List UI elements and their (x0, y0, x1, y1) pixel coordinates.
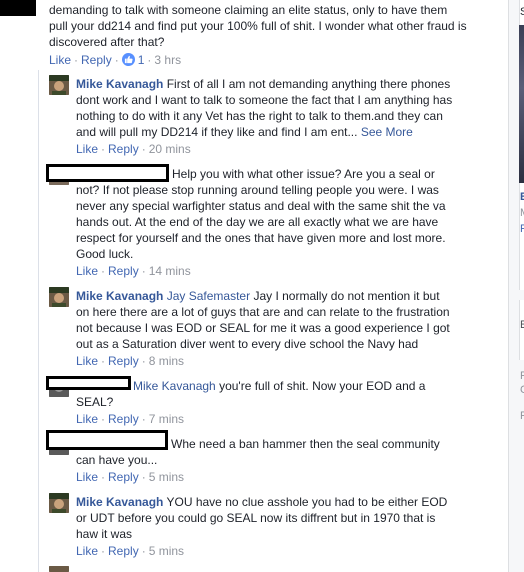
thumbs-up-icon[interactable] (121, 53, 135, 66)
reply-text-line: not because I was EOD or SEAL for me it … (76, 321, 450, 335)
sidebar-text[interactable]: E (520, 190, 524, 204)
avatar[interactable] (49, 493, 69, 513)
reply-text-line: respect for yourself and the ones that h… (76, 231, 446, 245)
reply-text-line: out as a Saturation diver went to every … (76, 337, 419, 351)
reply-text-line: or UDT before you could go SEAL now its … (76, 511, 436, 525)
timestamp[interactable]: 3 hrs (154, 53, 181, 67)
avatar[interactable] (49, 287, 69, 307)
reply-actions: Like · Reply · 14 mins (76, 264, 191, 278)
reply-link[interactable]: Reply (108, 412, 139, 426)
redacted-name (46, 164, 169, 182)
sidebar-image[interactable] (519, 25, 524, 183)
tagged-user[interactable]: Mike Kavanagh (133, 379, 216, 393)
sidebar-text[interactable]: F (520, 409, 524, 423)
like-link[interactable]: Like (49, 53, 71, 67)
see-more-link[interactable]: See More (361, 125, 413, 139)
comment-thread: demanding to talk with someone claiming … (0, 0, 508, 572)
redacted-avatar (0, 0, 36, 16)
like-link[interactable]: Like (76, 544, 98, 558)
sidebar-text[interactable]: F (520, 369, 524, 383)
reply-text-line: Whe need a ban hammer then the seal comm… (171, 437, 440, 451)
like-link[interactable]: Like (76, 142, 98, 156)
redacted-name (46, 376, 131, 390)
reply-text-line: Mike Kavanagh YOU have no clue asshole y… (76, 495, 448, 509)
tagged-user[interactable]: Jay Safemaster (167, 289, 250, 303)
author-name[interactable]: Mike Kavanagh (76, 289, 163, 303)
author-name[interactable]: Mike Kavanagh (76, 77, 163, 91)
reply-text-line: Help you with what other issue? Are you … (172, 167, 435, 181)
reply-text-line: nothing to do with it any Vet has the ri… (76, 109, 443, 123)
reply-link[interactable]: Reply (108, 544, 139, 558)
reply-text-line: not? If not please stop running around t… (76, 183, 439, 197)
right-sidebar: S E M F E F C F (509, 0, 524, 572)
reply-actions: Like · Reply · 8 mins (76, 354, 185, 368)
reply-actions: Like · Reply · 5 mins (76, 544, 185, 558)
reply-text-line: Good luck. (76, 247, 134, 261)
sidebar-text: M (520, 206, 524, 220)
sidebar-text[interactable]: F (520, 222, 524, 236)
timestamp[interactable]: 14 mins (149, 264, 191, 278)
reply-text-line: on here there are a lot of guys that are… (76, 305, 450, 319)
reply-text-line: Mike Kavanagh you're full of shit. Now y… (133, 379, 426, 393)
reply-text-line: SEAL? (76, 395, 114, 409)
reply-thread-line (38, 70, 39, 572)
reply-text-line: dont work and I want to talk to someone … (76, 93, 453, 107)
timestamp[interactable]: 5 mins (149, 544, 184, 558)
reply-text-line: Mike Kavanagh First of all I am not dema… (76, 77, 451, 91)
reply-link[interactable]: Reply (108, 264, 139, 278)
reply-text-line: hands out. At the end of the day we are … (76, 215, 439, 229)
avatar[interactable] (49, 75, 69, 95)
reply-text-line: never any special warfighter status and … (76, 199, 446, 213)
author-name[interactable]: Mike Kavanagh (76, 495, 163, 509)
sidebar-text: S (520, 6, 524, 18)
avatar[interactable] (49, 566, 69, 572)
timestamp[interactable]: 8 mins (149, 354, 184, 368)
comment-text-line: pull your dd214 and find put your 100% f… (49, 19, 467, 33)
comment-text-line: discovered after that? (49, 35, 165, 49)
like-link[interactable]: Like (76, 412, 98, 426)
timestamp[interactable]: 5 mins (149, 470, 184, 484)
timestamp[interactable]: 20 mins (149, 142, 191, 156)
reply-link[interactable]: Reply (81, 53, 112, 67)
like-link[interactable]: Like (76, 264, 98, 278)
reply-actions: Like · Reply · 20 mins (76, 142, 191, 156)
redacted-name (46, 430, 168, 450)
reply-actions: Like · Reply · 5 mins (76, 470, 185, 484)
reply-link[interactable]: Reply (108, 354, 139, 368)
reply-text-line: and will pull my DD214 if they like and … (76, 125, 413, 139)
like-link[interactable]: Like (76, 470, 98, 484)
comment-actions: Like · Reply · 1 · 3 hrs (49, 53, 182, 67)
sidebar-text[interactable]: C (520, 383, 524, 397)
reply-text-line: haw it was (76, 527, 133, 541)
reply-text-line: can have you... (76, 453, 158, 467)
reply-link[interactable]: Reply (108, 142, 139, 156)
reply-actions: Like · Reply · 7 mins (76, 412, 185, 426)
timestamp[interactable]: 7 mins (149, 412, 184, 426)
sidebar-text: E (520, 319, 524, 331)
comment-text-line: demanding to talk with someone claiming … (49, 3, 448, 17)
like-link[interactable]: Like (76, 354, 98, 368)
reply-link[interactable]: Reply (108, 470, 139, 484)
reply-text-line: Mike Kavanagh Jay Safemaster Jay I norma… (76, 289, 440, 303)
